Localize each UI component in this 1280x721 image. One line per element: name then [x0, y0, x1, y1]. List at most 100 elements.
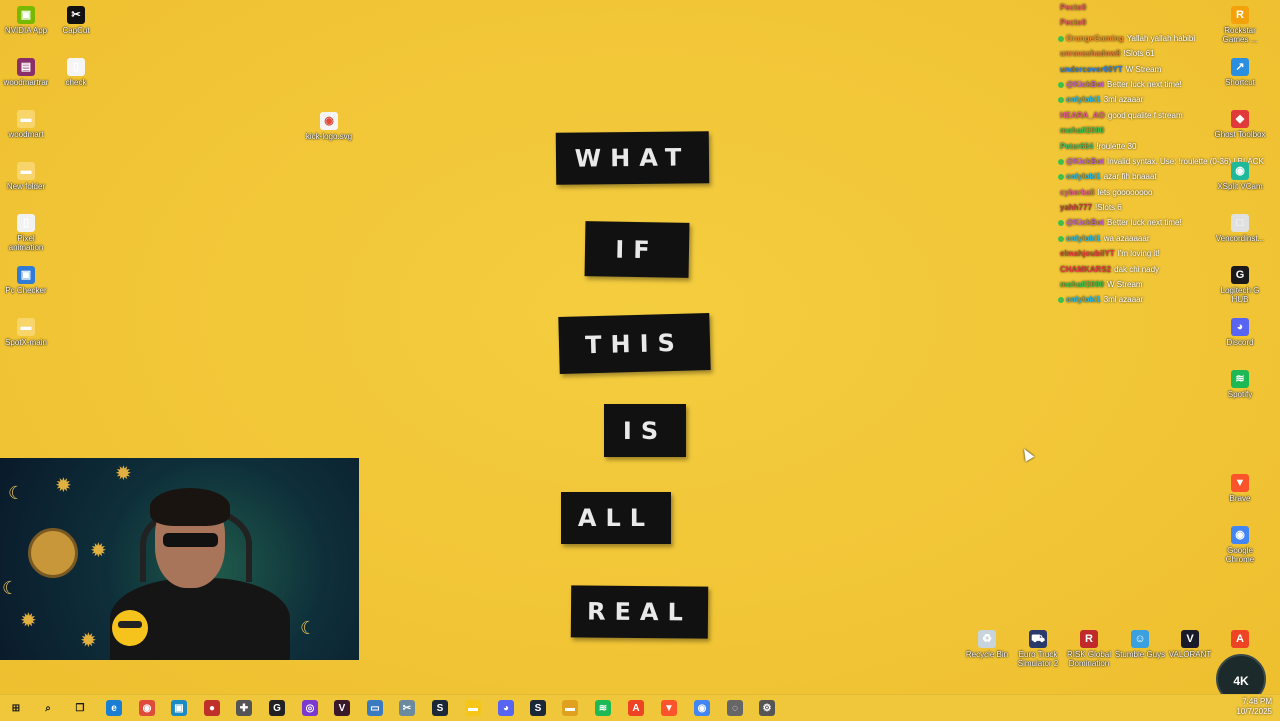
label-word-what: WHAT: [555, 131, 710, 185]
desktop-icon-bottom-2[interactable]: R RISK Global Domination: [1063, 630, 1115, 668]
desktop-icon-right-2[interactable]: ◆ Ghost Toolbox: [1214, 110, 1266, 139]
chat-badge-icon: [1058, 297, 1064, 304]
chat-text: I'm loving it!: [1117, 249, 1160, 259]
chat-username: mohaif2000: [1060, 126, 1105, 136]
taskbar-photos-icon[interactable]: ▣: [171, 700, 187, 716]
desktop-icon-label: CapCut: [62, 26, 90, 35]
desktop-icon-bottom-1[interactable]: ⛟ Euro Truck Simulator 2: [1012, 630, 1064, 668]
label-word-is: IS: [604, 404, 686, 457]
desktop-icon-left-6[interactable]: ▯ Pixel animation: [0, 214, 52, 252]
chat-username: @KickBot: [1066, 218, 1105, 228]
desktop-icon-right-3[interactable]: ◉ XSplit VCam: [1214, 162, 1266, 191]
desktop-icon-label: Euro Truck Simulator 2: [1017, 650, 1059, 668]
mouse-cursor: [1019, 446, 1035, 462]
desktop-icon-left-3[interactable]: ▯ check: [50, 58, 102, 87]
chat-username: @KickBot: [1066, 79, 1105, 89]
logitech-icon: G: [1231, 266, 1249, 284]
discord-icon: ◕: [1231, 318, 1249, 336]
taskbar-spotify-icon[interactable]: ≋: [595, 700, 611, 716]
desktop-icon-bottom-5[interactable]: A: [1214, 630, 1266, 650]
chat-text: !roulette 30: [1096, 141, 1137, 151]
desktop-file-kick-logo[interactable]: ◉ kick-logo.svg: [303, 112, 355, 141]
taskbar-brave-icon[interactable]: ▼: [661, 700, 677, 716]
taskbar-anydesk-icon[interactable]: A: [628, 700, 644, 716]
desktop-icon-right-4[interactable]: □ Vencordinst...: [1214, 214, 1266, 243]
desktop-icon-label: Brave: [1229, 494, 1251, 503]
taskbar-settings-icon[interactable]: ⚙: [759, 700, 775, 716]
chat-text: azar fih bnaaat: [1103, 172, 1157, 182]
exe-icon: ▣: [17, 266, 35, 284]
taskbar-edge-icon[interactable]: e: [106, 700, 122, 716]
taskbar-task-view-icon[interactable]: ❐: [72, 700, 88, 716]
label-word-real: REAL: [570, 585, 709, 639]
desktop-icon-right-1[interactable]: ↗ Shortcut: [1214, 58, 1266, 87]
risk-icon: R: [1080, 630, 1098, 648]
desktop-icon-right-5[interactable]: G Logitech G HUB: [1214, 266, 1266, 304]
taskbar-ghub-icon[interactable]: G: [269, 700, 285, 716]
taskbar-vegas-icon[interactable]: V: [334, 700, 350, 716]
desktop-icon-label: RISK Global Domination: [1066, 650, 1112, 668]
desktop-icon-right-0[interactable]: R Rockstar Games ...: [1214, 6, 1266, 44]
desktop-icon-bottom-4[interactable]: V VALORANT: [1164, 630, 1216, 659]
chat-text: Better luck next time!: [1107, 218, 1182, 228]
chat-username: Pecto0: [1060, 3, 1087, 12]
desktop-icon-left-2[interactable]: ▤ woodmartrar: [0, 58, 52, 87]
taskbar-game-icon[interactable]: ●: [204, 700, 220, 716]
ets2-icon: ⛟: [1029, 630, 1047, 648]
taskbar-chrome-icon[interactable]: ◉: [139, 700, 155, 716]
taskbar-steam2-icon[interactable]: S: [530, 700, 546, 716]
chat-badge-icon: [1058, 158, 1064, 165]
desktop-icon-right-9[interactable]: ◉ Google Chrome: [1214, 526, 1266, 564]
chat-text: W Stream: [1107, 280, 1143, 290]
shortcut-icon: ↗: [1231, 58, 1249, 76]
taskbar-discord-icon[interactable]: ◕: [498, 700, 514, 716]
desktop-icon-right-6[interactable]: ◕ Discord: [1214, 318, 1266, 347]
taskbar-snip-icon[interactable]: ✂: [399, 700, 415, 716]
desktop-icon-left-7[interactable]: ▣ Pc Checker: [0, 266, 52, 295]
anydesk-icon: A: [1231, 630, 1249, 648]
taskbar-files-icon[interactable]: ▬: [465, 700, 481, 716]
desktop-icon-bottom-3[interactable]: ☺ Stumble Guys: [1114, 630, 1166, 659]
tray-clock[interactable]: 7:48 PM 10/7/2025: [1236, 697, 1272, 717]
taskbar-steam-icon[interactable]: S: [432, 700, 448, 716]
chat-username: yahh777: [1060, 203, 1093, 213]
desktop-icon-right-8[interactable]: ▼ Brave: [1214, 474, 1266, 503]
chat-username: onlyloki1: [1066, 295, 1101, 305]
taskbar-obs-icon[interactable]: ◎: [302, 700, 318, 716]
taskbar-chrome2-icon[interactable]: ◉: [694, 700, 710, 716]
chat-text: lets goooooooo: [1097, 187, 1153, 197]
winrar-icon: ▤: [17, 58, 35, 76]
desktop-icon-label: Discord: [1226, 338, 1254, 347]
taskbar-explorer-icon[interactable]: ▬: [562, 700, 578, 716]
chat-text: W Stream: [1125, 64, 1162, 74]
desktop-icon-label: New folder: [6, 182, 46, 191]
desktop-icon-left-8[interactable]: ▬ SpotX-main: [0, 318, 52, 347]
label-word-this: THIS: [558, 313, 711, 374]
desktop-icon-left-1[interactable]: ✂ CapCut: [50, 6, 102, 35]
chat-username: onlyloki1: [1066, 233, 1101, 243]
desktop-icon-left-4[interactable]: ▬ woodmart: [0, 110, 52, 139]
chat-username: elmahjoubiIYT: [1060, 249, 1115, 259]
desktop-icon-left-5[interactable]: ▬ New folder: [0, 162, 52, 191]
desktop-icon-label: Shortcut: [1225, 78, 1255, 87]
chat-username: undercover00YT: [1060, 64, 1123, 74]
desktop-icon-left-0[interactable]: ▣ NVIDIA App: [0, 6, 52, 35]
desktop-icon-right-7[interactable]: ≋ Spotify: [1214, 370, 1266, 399]
desktop-icon-bottom-0[interactable]: ♻ Recycle Bin: [961, 630, 1013, 659]
taskbar-remote-icon[interactable]: ▭: [367, 700, 383, 716]
desktop-icon-label: XSplit VCam: [1217, 182, 1263, 191]
taskbar-capture-icon[interactable]: ◌: [727, 700, 743, 716]
taskbar-controller-icon[interactable]: ✚: [236, 700, 252, 716]
desktop-icon-label: Spotify: [1227, 390, 1253, 399]
chat-username: @KickBot: [1066, 156, 1105, 166]
desktop-icon-label: Recycle Bin: [965, 650, 1009, 659]
chat-message: elmahjoubiIYT I'm loving it!: [1058, 246, 1280, 261]
recycle-bin-icon: ♻: [978, 630, 996, 648]
chrome-icon: ◉: [1231, 526, 1249, 544]
desktop: ▣ NVIDIA App ✂ CapCut ▤ woodmartrar ▯ check ▬ woo…: [0, 0, 1280, 704]
chat-username: Peter664: [1060, 141, 1094, 151]
taskbar-start-icon[interactable]: ⊞: [8, 700, 24, 716]
taskbar-search-icon[interactable]: ⌕: [40, 700, 56, 716]
desktop-icon-label: Rockstar Games ...: [1222, 26, 1258, 44]
chat-text: !Slots 61: [1123, 49, 1155, 59]
